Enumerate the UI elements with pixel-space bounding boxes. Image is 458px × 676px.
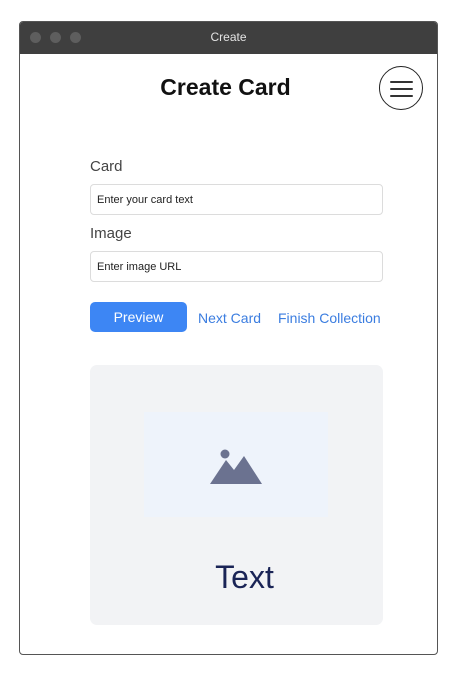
hamburger-menu-icon[interactable] — [379, 66, 423, 110]
next-card-link[interactable]: Next Card — [198, 310, 261, 326]
image-placeholder — [144, 412, 328, 517]
image-label: Image — [90, 225, 132, 242]
preview-button[interactable]: Preview — [90, 302, 187, 332]
image-placeholder-icon — [210, 449, 262, 484]
menu-bar — [390, 95, 413, 97]
menu-bar — [390, 88, 413, 90]
card-label: Card — [90, 158, 123, 175]
card-preview: Text — [90, 365, 383, 625]
app-window: Create Create Card Card Image Preview Ne… — [19, 21, 438, 655]
title-bar: Create — [20, 22, 437, 54]
window-title: Create — [210, 30, 247, 44]
finish-collection-link[interactable]: Finish Collection — [278, 310, 381, 326]
menu-bar — [390, 81, 413, 83]
card-preview-text: Text — [215, 559, 274, 595]
image-url-input[interactable] — [90, 251, 383, 282]
card-text-input[interactable] — [90, 184, 383, 215]
page-title: Create Card — [160, 74, 291, 100]
